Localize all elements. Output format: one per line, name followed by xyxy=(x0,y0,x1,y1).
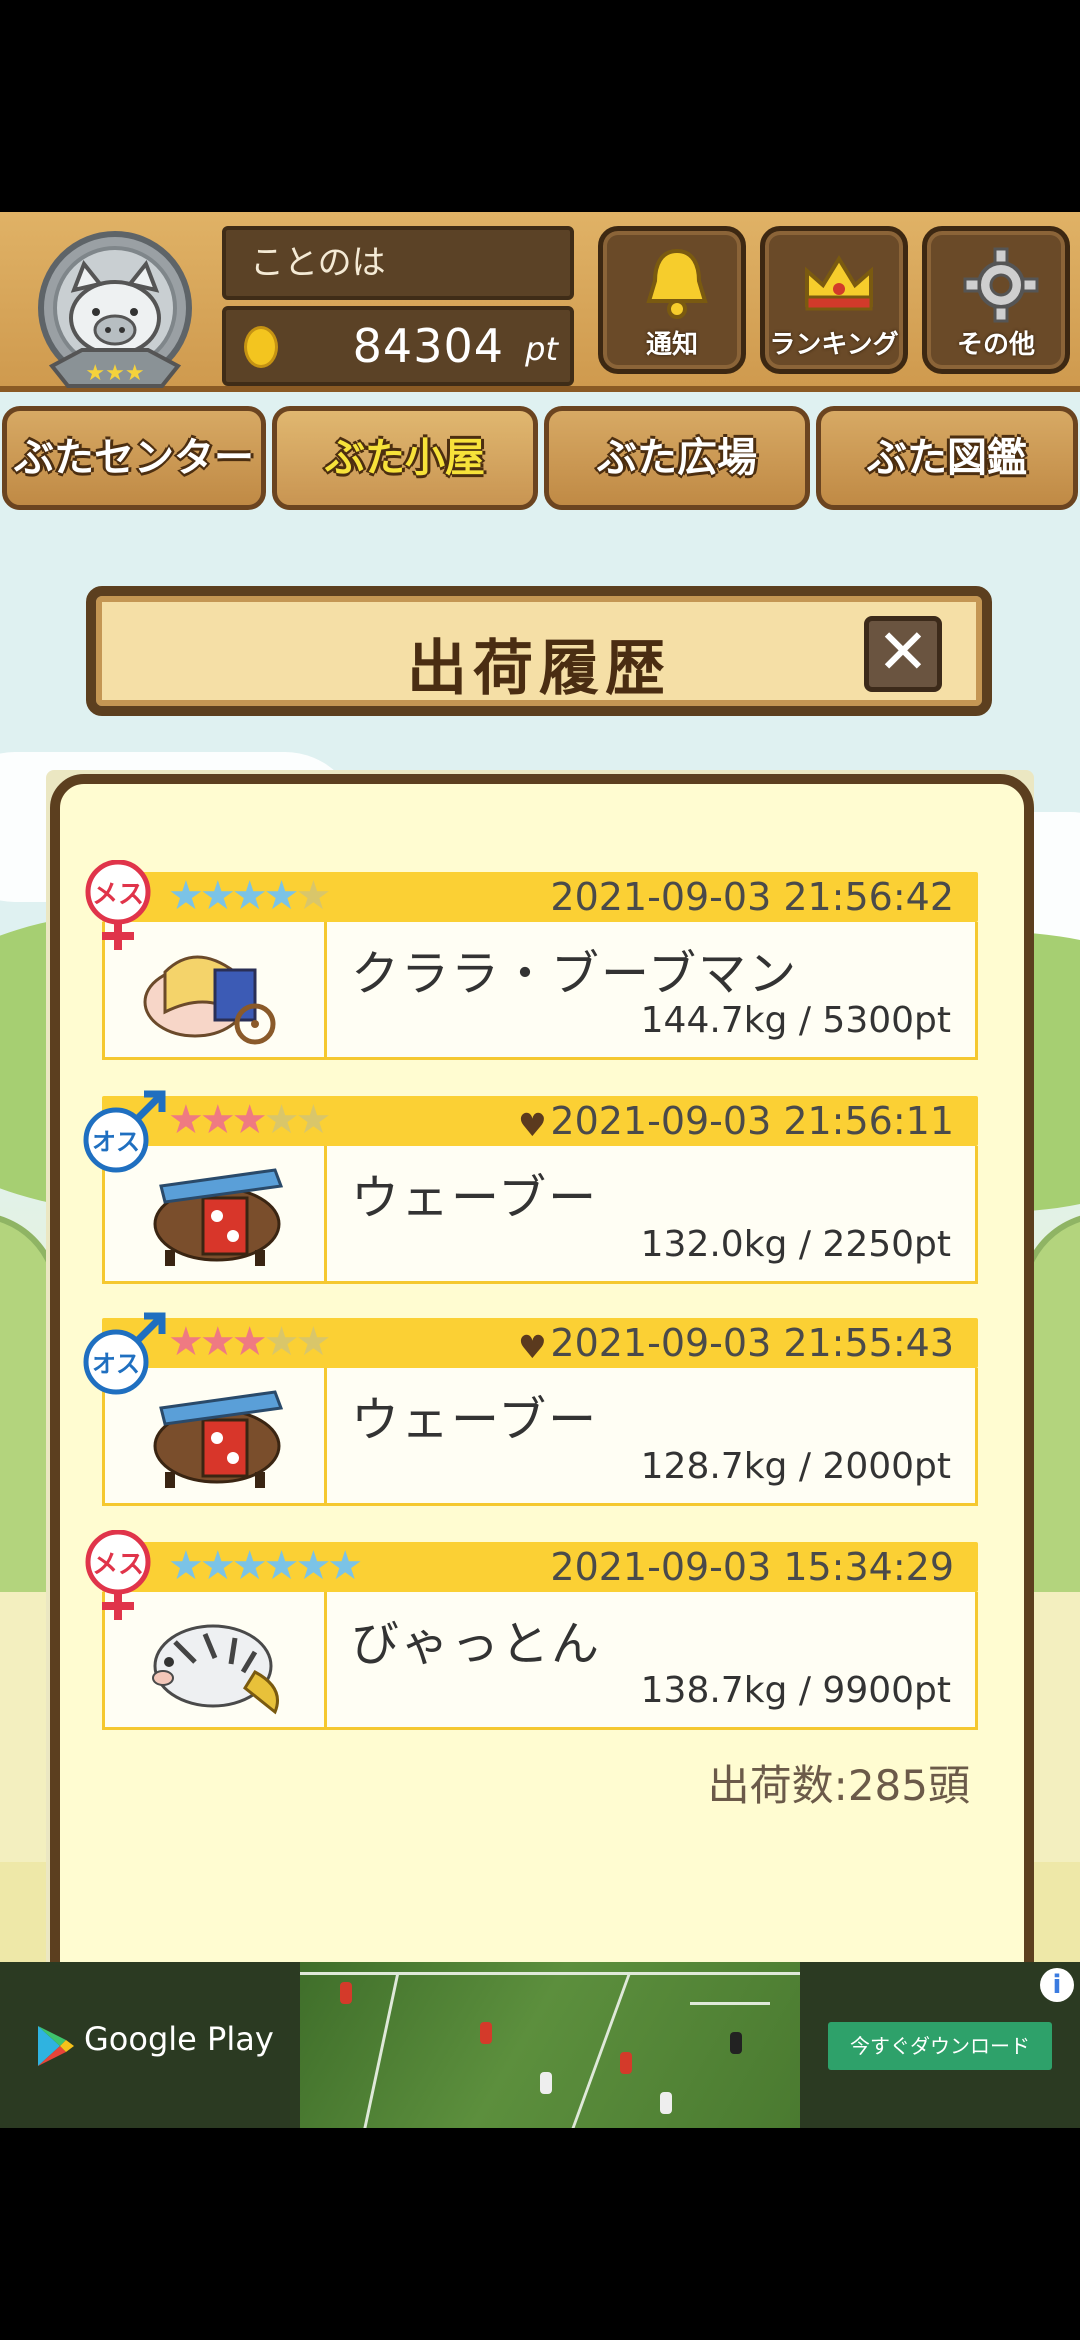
svg-text:メス: メス xyxy=(92,1550,144,1580)
close-button[interactable]: ✕ xyxy=(864,616,942,692)
svg-text:オス: オス xyxy=(92,1350,140,1378)
google-play-label: Google Play xyxy=(84,2020,274,2058)
gender-male-icon: オス xyxy=(82,1084,166,1180)
tab-buta-zukan[interactable]: ぶた図鑑 xyxy=(816,406,1078,510)
notification-label: 通知 xyxy=(645,330,698,360)
weight-points: 128.7kg / 2000pt xyxy=(640,1446,951,1487)
rarity-stars: ★★★★★ xyxy=(168,1097,331,1143)
points-display: 84304 pt xyxy=(222,306,574,386)
google-play-icon xyxy=(38,2026,74,2066)
rarity-stars: ★★★★★ xyxy=(168,1319,331,1365)
record-datetime: 2021-09-03 21:56:42 xyxy=(550,875,954,919)
weight-points: 132.0kg / 2250pt xyxy=(640,1224,951,1265)
bell-icon xyxy=(646,248,708,319)
record-datetime: 2021-09-03 21:56:11 xyxy=(550,1099,954,1143)
game-area: ★★★ ことのは 84304 pt 通知 ランキング その他 ぶたセンター ぶた… xyxy=(0,212,1080,1962)
ad-download-button[interactable]: 今すぐダウンロード xyxy=(828,2022,1052,2070)
svg-text:★★★: ★★★ xyxy=(85,361,144,386)
ad-info-icon[interactable]: i xyxy=(1040,1968,1074,2002)
ad-image xyxy=(300,1962,800,2128)
points-unit: pt xyxy=(525,330,558,368)
record-datetime: 2021-09-03 15:34:29 xyxy=(550,1545,954,1589)
pig-name: ウェーブー xyxy=(351,1170,599,1226)
crown-icon xyxy=(805,255,873,311)
record-header: ★★★★★ 2021-09-03 21:56:42 xyxy=(102,872,978,922)
top-bar: ★★★ ことのは 84304 pt 通知 ランキング その他 xyxy=(0,212,1080,392)
points-value: 84304 xyxy=(352,319,504,373)
pig-name: ウェーブー xyxy=(351,1392,599,1448)
player-rank-badge[interactable]: ★★★ xyxy=(22,226,208,402)
status-bar xyxy=(0,0,1080,212)
tab-buta-koya[interactable]: ぶた小屋 xyxy=(272,406,538,510)
tab-buta-hiroba[interactable]: ぶた広場 xyxy=(544,406,810,510)
other-label: その他 xyxy=(956,330,1035,360)
record-header: ★★★★★ ♥ 2021-09-03 21:55:43 xyxy=(102,1318,978,1368)
weight-points: 138.7kg / 9900pt xyxy=(640,1670,951,1711)
svg-text:オス: オス xyxy=(92,1128,140,1156)
weight-points: 144.7kg / 5300pt xyxy=(640,1000,951,1041)
notification-button[interactable]: 通知 xyxy=(598,226,746,374)
gender-female-icon: メス xyxy=(82,859,154,956)
tab-buta-center[interactable]: ぶたセンター xyxy=(2,406,266,510)
dialog-title-board: 出荷履歴 ✕ xyxy=(86,586,992,716)
ad-banner[interactable]: Google Play 今すぐダウンロード i xyxy=(0,1962,1080,2128)
rarity-stars: ★★★★★ xyxy=(168,873,331,919)
gear-icon xyxy=(963,247,1039,323)
record-body: クララ・ブーブマン 144.7kg / 5300pt xyxy=(102,922,978,1060)
ranking-label: ランキング xyxy=(769,330,899,360)
total-shipped: 出荷数:285頭 xyxy=(707,1761,970,1810)
svg-text:メス: メス xyxy=(92,880,144,910)
record-body: びゃっとん 138.7kg / 9900pt xyxy=(102,1592,978,1730)
pig-name: びゃっとん xyxy=(351,1616,602,1672)
heart-icon: ♥ xyxy=(518,1328,547,1366)
main-nav: ぶたセンター ぶた小屋 ぶた広場 ぶた図鑑 xyxy=(0,398,1080,516)
username: ことのは xyxy=(222,226,574,300)
dialog-title: 出荷履歴 xyxy=(407,634,671,704)
record-body: ウェーブー 132.0kg / 2250pt xyxy=(102,1146,978,1284)
ranking-button[interactable]: ランキング xyxy=(760,226,908,374)
history-record[interactable]: ★★★★★ ♥ 2021-09-03 21:56:11 ウェーブー 132.0k… xyxy=(83,1090,978,1288)
rarity-stars: ★★★★★★ xyxy=(168,1543,363,1589)
history-record[interactable]: ★★★★★★ 2021-09-03 15:34:29 びゃっとん 138.7kg… xyxy=(85,1529,978,1734)
pig-name: クララ・ブーブマン xyxy=(351,946,799,1002)
record-datetime: 2021-09-03 21:55:43 xyxy=(550,1321,954,1365)
heart-icon: ♥ xyxy=(518,1106,547,1144)
coin-icon xyxy=(244,326,278,368)
history-record[interactable]: ★★★★★ 2021-09-03 21:56:42 クララ・ブーブマン 144.… xyxy=(85,859,978,1064)
record-header: ★★★★★★ 2021-09-03 15:34:29 xyxy=(102,1542,978,1592)
other-button[interactable]: その他 xyxy=(922,226,1070,374)
app-screen: { "header": { "username": "ことのは", "point… xyxy=(0,0,1080,2340)
record-body: ウェーブー 128.7kg / 2000pt xyxy=(102,1368,978,1506)
history-record[interactable]: ★★★★★ ♥ 2021-09-03 21:55:43 ウェーブー 128.7k… xyxy=(83,1312,978,1510)
record-header: ★★★★★ ♥ 2021-09-03 21:56:11 xyxy=(102,1096,978,1146)
system-nav-area xyxy=(0,2128,1080,2340)
gender-female-icon: メス xyxy=(82,1529,154,1626)
gender-male-icon: オス xyxy=(82,1306,166,1402)
